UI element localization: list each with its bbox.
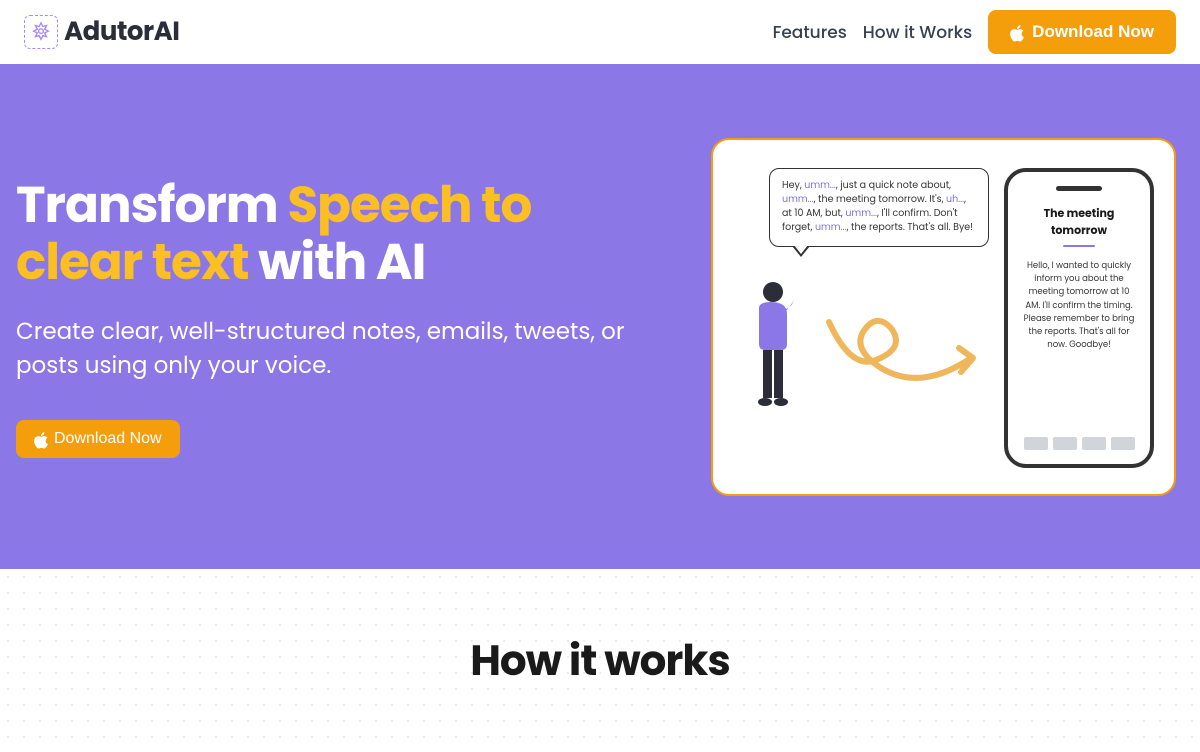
brand-name: AdutorAI [64,13,179,52]
nav-how-it-works[interactable]: How it Works [863,19,972,45]
main-nav: Features How it Works Download Now [773,10,1176,54]
download-button-label: Download Now [1032,22,1154,42]
phone-action-placeholder [1024,437,1048,450]
how-it-works-section: How it works [0,569,1200,752]
hero-title: Transform Speech to clear text with AI [16,176,656,291]
download-button-hero[interactable]: Download Now [16,420,180,458]
phone-action-row [1018,437,1140,450]
arrow-icon [821,310,981,400]
phone-note-title: The meeting tomorrow [1018,205,1140,239]
how-it-works-title: How it works [24,629,1176,692]
nav-features[interactable]: Features [773,19,847,45]
phone-action-placeholder [1053,437,1077,450]
phone-mockup: The meeting tomorrow Hello, I wanted to … [1004,168,1154,468]
apple-icon [34,431,48,447]
apple-icon [1010,24,1024,40]
phone-action-placeholder [1111,437,1135,450]
person-icon [741,280,801,410]
site-header: AdutorAI Features How it Works Download … [0,0,1200,64]
speech-bubble: Hey, umm..., just a quick note about, um… [769,168,989,247]
hero-illustration: Hey, umm..., just a quick note about, um… [711,138,1176,496]
hero-section: Transform Speech to clear text with AI C… [0,64,1200,569]
brand-logo[interactable]: AdutorAI [24,13,179,52]
phone-action-placeholder [1082,437,1106,450]
phone-divider [1063,245,1095,248]
hero-subtitle: Create clear, well-structured notes, ema… [16,315,656,384]
download-button-header[interactable]: Download Now [988,10,1176,54]
logo-icon [24,15,58,49]
phone-note-body: Hello, I wanted to quickly inform you ab… [1018,259,1140,437]
phone-notch [1056,186,1102,191]
download-button-hero-label: Download Now [54,430,162,448]
hero-content: Transform Speech to clear text with AI C… [16,176,656,458]
